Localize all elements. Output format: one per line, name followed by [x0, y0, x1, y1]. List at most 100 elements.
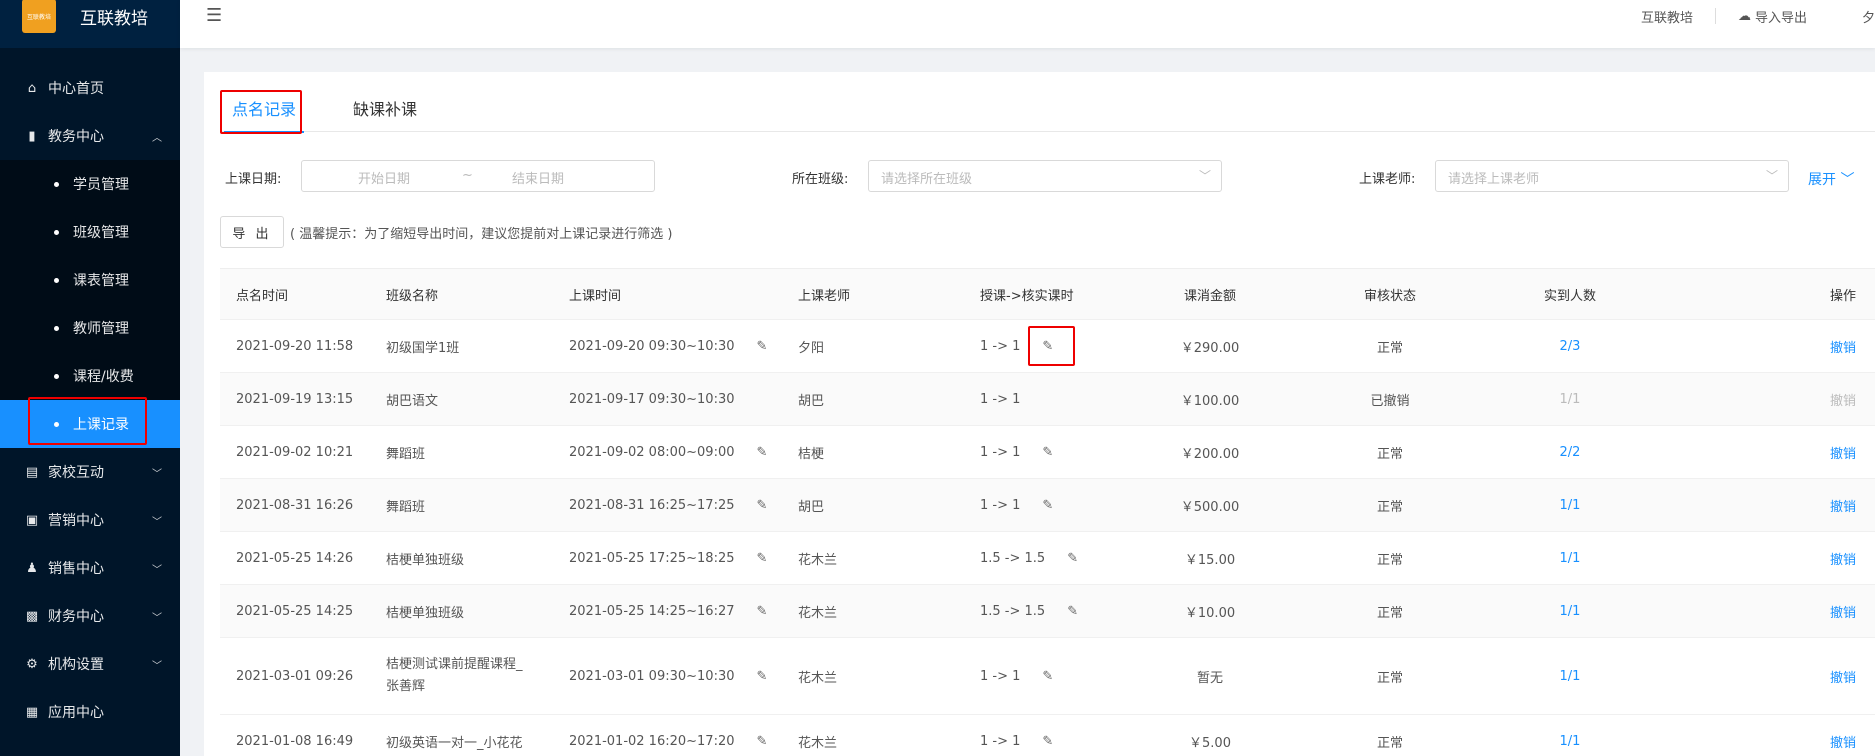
- revoke-link[interactable]: 撤销: [1830, 479, 1856, 531]
- revoke-link[interactable]: 撤销: [1830, 585, 1856, 637]
- sidebar-item-apps[interactable]: ▦ 应用中心: [0, 688, 180, 736]
- teacher-filter-label: 上课老师:: [1359, 172, 1416, 187]
- attendance-link[interactable]: 1/1: [1510, 585, 1630, 637]
- hours-text: 1 -> 1: [980, 733, 1021, 749]
- chevron-down-icon: ﹀: [152, 612, 162, 624]
- class-name-line: 桔梗测试课前提醒课程_: [386, 657, 523, 672]
- sidebar-item-label: 销售中心: [48, 561, 104, 577]
- gift-icon: ▣: [25, 512, 39, 528]
- sidebar-item-academic[interactable]: ▮ 教务中心 ︿: [0, 112, 180, 160]
- chevron-down-icon: ﹀: [152, 660, 162, 672]
- hours: 1 -> 1 ✎: [980, 715, 1053, 756]
- sidebar-item-students[interactable]: 学员管理: [0, 160, 180, 208]
- sidebar-item-home[interactable]: ⌂ 中心首页: [0, 64, 180, 112]
- sidebar-item-label: 中心首页: [48, 81, 104, 97]
- export-button[interactable]: 导 出: [220, 216, 284, 248]
- hours-text: 1.5 -> 1.5: [980, 550, 1046, 566]
- sidebar-item-courses[interactable]: 课程/收费: [0, 352, 180, 400]
- expand-filters-link[interactable]: 展开 ﹀: [1808, 169, 1854, 189]
- teacher: 花木兰: [798, 670, 838, 686]
- book-icon: ▮: [28, 128, 36, 144]
- class-time: 2021-05-25 17:25~18:25 ✎: [569, 532, 767, 584]
- roll-time: 2021-08-31 16:26: [236, 497, 354, 513]
- attendance-link: 1/1: [1559, 391, 1581, 407]
- col-class-name[interactable]: 班级名称: [386, 269, 438, 319]
- edit-icon[interactable]: ✎: [757, 551, 768, 566]
- teacher: 花木兰: [798, 735, 838, 751]
- edit-icon[interactable]: ✎: [1042, 445, 1053, 460]
- edit-icon[interactable]: ✎: [757, 604, 768, 619]
- grid-icon: ▦: [25, 704, 39, 720]
- col-actions[interactable]: 操作: [1830, 269, 1856, 319]
- users-icon: ♟: [26, 560, 38, 576]
- revoke-link[interactable]: 撤销: [1830, 320, 1856, 372]
- menu-fold-icon[interactable]: ☰: [206, 5, 222, 26]
- content-card: 点名记录 缺课补课 上课日期: 开始日期 ~ 结束日期 所在班级: 请选择所在班…: [204, 72, 1875, 756]
- col-class-time[interactable]: 上课时间: [569, 269, 621, 319]
- edit-icon[interactable]: ✎: [757, 498, 768, 513]
- import-export-link[interactable]: 导入导出: [1755, 7, 1807, 26]
- sidebar-item-classes[interactable]: 班级管理: [0, 208, 180, 256]
- attendance-link[interactable]: 2/3: [1510, 320, 1630, 372]
- attendance-link[interactable]: 1/1: [1510, 532, 1630, 584]
- attendance-link[interactable]: 1/1: [1510, 479, 1630, 531]
- edit-icon[interactable]: ✎: [1042, 734, 1053, 749]
- attendance-link[interactable]: 1/1: [1510, 638, 1630, 714]
- sidebar-item-settings[interactable]: ⚙ 机构设置 ﹀: [0, 640, 180, 688]
- col-amount[interactable]: 课消金额: [1150, 269, 1270, 319]
- teacher-select[interactable]: 请选择上课老师 ﹀: [1435, 160, 1789, 192]
- status: 正常: [1376, 499, 1403, 515]
- edit-icon[interactable]: ✎: [757, 669, 768, 684]
- class-select[interactable]: 请选择所在班级 ﹀: [868, 160, 1222, 192]
- header-org-name[interactable]: 互联教培: [1641, 7, 1693, 26]
- end-date-input[interactable]: 结束日期: [512, 168, 564, 187]
- start-date-input[interactable]: 开始日期: [358, 168, 410, 187]
- status: 正常: [1376, 670, 1403, 686]
- class-time-text: 2021-09-02 08:00~09:00: [569, 444, 735, 460]
- edit-icon[interactable]: ✎: [757, 339, 768, 354]
- sidebar-item-marketing[interactable]: ▣ 营销中心 ﹀: [0, 496, 180, 544]
- col-roll-time[interactable]: 点名时间: [236, 269, 288, 319]
- revoke-link[interactable]: 撤销: [1830, 426, 1856, 478]
- revoke-link[interactable]: 撤销: [1830, 715, 1856, 756]
- sidebar-item-schedule[interactable]: 课表管理: [0, 256, 180, 304]
- revoke-link[interactable]: 撤销: [1830, 638, 1856, 714]
- bullet-icon: [54, 373, 59, 379]
- hours-text: 1.5 -> 1.5: [980, 603, 1046, 619]
- edit-icon[interactable]: ✎: [757, 445, 768, 460]
- sidebar-item-sales[interactable]: ♟ 销售中心 ﹀: [0, 544, 180, 592]
- edit-icon[interactable]: ✎: [1067, 551, 1078, 566]
- revoke-link-disabled: 撤销: [1830, 393, 1857, 409]
- edit-icon[interactable]: ✎: [757, 734, 768, 749]
- sidebar-item-teachers[interactable]: 教师管理: [0, 304, 180, 352]
- date-range-picker[interactable]: 开始日期 ~ 结束日期: [301, 160, 655, 192]
- class-time-text: 2021-09-20 09:30~10:30: [569, 338, 735, 354]
- attendance-link[interactable]: 2/2: [1510, 426, 1630, 478]
- class-name: 桔梗单独班级: [386, 552, 465, 568]
- tab-makeup-classes[interactable]: 缺课补课: [353, 88, 417, 132]
- amount: ￥290.00: [1180, 340, 1240, 356]
- col-status[interactable]: 审核状态: [1330, 269, 1450, 319]
- class-select-placeholder: 请选择所在班级: [881, 172, 973, 187]
- hours: 1 -> 1 ✎: [980, 426, 1053, 478]
- attendance-link[interactable]: 1/1: [1510, 715, 1630, 756]
- user-name[interactable]: 夕: [1862, 7, 1875, 26]
- edit-icon[interactable]: ✎: [1067, 604, 1078, 619]
- sidebar-item-label: 应用中心: [48, 705, 104, 721]
- col-hours[interactable]: 授课->核实课时: [980, 269, 1074, 319]
- sidebar-item-label: 机构设置: [48, 657, 104, 673]
- edit-icon[interactable]: ✎: [1042, 669, 1053, 684]
- col-teacher[interactable]: 上课老师: [798, 269, 850, 319]
- sidebar-item-finance[interactable]: ▩ 财务中心 ﹀: [0, 592, 180, 640]
- amount: ￥15.00: [1184, 552, 1236, 568]
- roll-time: 2021-05-25 14:25: [236, 603, 354, 619]
- class-time-text: 2021-08-31 16:25~17:25: [569, 497, 735, 513]
- revoke-link[interactable]: 撤销: [1830, 532, 1856, 584]
- teacher: 桔梗: [798, 446, 825, 462]
- date-filter-label: 上课日期:: [225, 172, 282, 187]
- col-attendance[interactable]: 实到人数: [1510, 269, 1630, 319]
- edit-icon[interactable]: ✎: [1042, 498, 1053, 513]
- brand-logo: 互联教培: [22, 0, 56, 33]
- hours-text: 1 -> 1: [980, 338, 1021, 354]
- sidebar-item-home-school[interactable]: ▤ 家校互动 ﹀: [0, 448, 180, 496]
